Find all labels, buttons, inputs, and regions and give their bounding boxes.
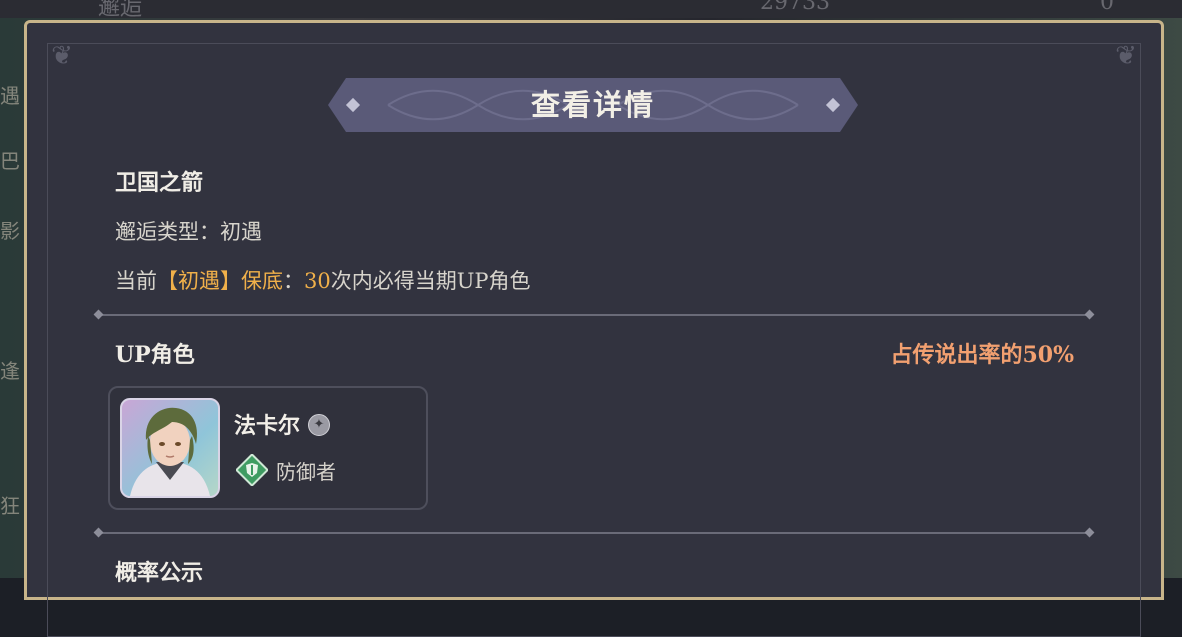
character-portrait[interactable] xyxy=(120,398,220,498)
character-portrait-icon xyxy=(130,407,210,496)
encounter-type-label: 邂逅类型： xyxy=(115,220,220,244)
pity-count: 30 xyxy=(304,269,331,293)
title-banner: 查看详情 xyxy=(328,78,858,132)
character-role: 防御者 xyxy=(276,460,336,484)
pity-highlight: 【初遇】保底 xyxy=(157,269,283,293)
pity-line: 当前【初遇】保底：30次内必得当期UP角色 xyxy=(115,265,531,295)
section-divider xyxy=(98,532,1090,534)
element-badge-icon: ✦ xyxy=(308,414,330,436)
pity-colon: ： xyxy=(283,269,304,293)
bg-side-label: 狂 xyxy=(0,494,20,518)
probability-section-title: 概率公示 xyxy=(115,560,204,586)
character-name: 法卡尔 xyxy=(234,413,301,439)
defender-shield-icon xyxy=(236,454,268,486)
bg-side-label: 巴 xyxy=(0,149,20,173)
bg-side-label: 遇 xyxy=(0,84,20,108)
up-section-title: UP角色 xyxy=(115,342,195,368)
corner-ornament-icon: ❦ xyxy=(1115,41,1137,71)
section-divider xyxy=(98,314,1090,316)
pity-prefix: 当前 xyxy=(115,269,157,293)
bg-currency-count-2: 0 xyxy=(1100,0,1114,15)
encounter-type-line: 邂逅类型：初遇 xyxy=(115,216,262,246)
up-rate-text: 占传说出率的50% xyxy=(890,342,1074,368)
bg-currency-count: 29733 xyxy=(760,0,830,15)
encounter-type-value: 初遇 xyxy=(220,220,262,244)
bg-side-label: 逢 xyxy=(0,359,20,383)
dialog-title: 查看详情 xyxy=(530,88,655,122)
corner-ornament-icon: ❦ xyxy=(51,41,73,71)
pity-suffix: 次内必得当期UP角色 xyxy=(330,269,531,293)
pool-name: 卫国之箭 xyxy=(115,170,204,196)
bg-tab-label: 邂逅 xyxy=(98,0,143,21)
bg-side-label: 影 xyxy=(0,219,20,243)
top-resource-bar: 邂逅 29733 0 xyxy=(0,0,1182,21)
